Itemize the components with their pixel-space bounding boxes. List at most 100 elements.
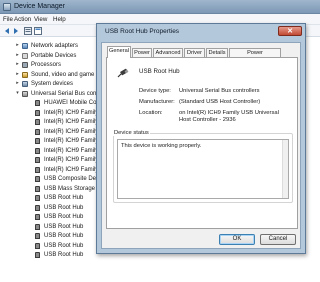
tab-power[interactable]: Power <box>132 48 152 57</box>
tab-advanced[interactable]: Advanced <box>153 48 183 57</box>
tree-device[interactable]: Intel(R) ICH9 Family <box>0 156 110 164</box>
tree-label: Intel(R) ICH9 Family <box>44 138 99 144</box>
dialog-titlebar[interactable]: USB Root Hub Properties ✕ <box>97 24 305 38</box>
collapse-arrow-icon[interactable]: ▾ <box>15 90 20 96</box>
forward-arrow-icon[interactable] <box>12 27 20 35</box>
usb-device-icon <box>35 242 40 249</box>
expand-arrow-icon[interactable]: ▸ <box>15 52 20 58</box>
usb-device-icon <box>35 195 40 201</box>
tree-device[interactable]: USB Root Hub <box>0 194 110 202</box>
tree-label: HUAWEI Mobile Co <box>44 100 97 106</box>
cancel-button[interactable]: Cancel <box>260 234 296 245</box>
ok-button[interactable]: OK <box>219 234 255 245</box>
tree-device[interactable]: USB Root Hub <box>0 213 110 221</box>
menu-help[interactable]: Help <box>53 16 66 23</box>
properties-dialog: USB Root Hub Properties ✕ General Power … <box>96 23 306 254</box>
usb-device-icon <box>35 223 40 230</box>
manufacturer-label: Manufacturer: <box>139 99 175 105</box>
tree-device[interactable]: Intel(R) ICH9 Family <box>0 128 110 136</box>
tree-device[interactable]: USB Composite Dev <box>0 175 110 183</box>
device-status-legend: Device status <box>113 130 150 136</box>
tree-label: USB Root Hub <box>44 195 84 201</box>
tree-device[interactable]: Intel(R) ICH9 Family <box>0 109 110 117</box>
device-type-value: Universal Serial Bus controllers <box>179 88 260 94</box>
tree-label: USB Root Hub <box>44 242 84 249</box>
tree-label: USB Root Hub <box>44 233 84 239</box>
tree-category[interactable]: ▸ Sound, video and game <box>0 71 110 79</box>
tree-device[interactable]: USB Mass Storage D <box>0 185 110 193</box>
menu-view[interactable]: View <box>34 16 47 23</box>
views-icon[interactable] <box>24 27 32 35</box>
tab-details[interactable]: Details <box>206 48 228 57</box>
dialog-body: General Power Advanced Driver Details Po… <box>101 42 301 249</box>
tree-label: Intel(R) ICH9 Family <box>44 147 99 154</box>
device-manager-titlebar[interactable]: Device Manager <box>0 0 320 14</box>
usb-plug-icon <box>117 67 129 79</box>
tree-device[interactable]: USB Root Hub <box>0 251 110 259</box>
expand-arrow-icon[interactable]: ▸ <box>15 81 20 86</box>
properties-icon[interactable] <box>34 27 42 35</box>
usb-device-icon <box>35 157 40 163</box>
tree-device[interactable]: Intel(R) ICH9 Family <box>0 147 110 155</box>
tab-power-management[interactable]: Power Management <box>229 48 281 64</box>
tree-category[interactable]: ▸ Network adapters <box>0 42 110 50</box>
device-status-box[interactable]: This device is working properly. <box>117 139 289 199</box>
location-value: on Intel(R) ICH9 Family USB Universal Ho… <box>179 110 279 123</box>
processor-icon <box>22 62 28 68</box>
device-status-text: This device is working properly. <box>121 143 202 149</box>
device-status-group: This device is working properly. <box>113 133 293 203</box>
tree-label: Intel(R) ICH9 Family <box>44 166 99 173</box>
tree-label: Universal Serial Bus cont <box>31 90 99 97</box>
usb-device-icon <box>35 233 40 239</box>
tree-category[interactable]: ▾ Universal Serial Bus cont <box>0 90 110 98</box>
tree-category[interactable]: ▸ Portable Devices <box>0 52 110 60</box>
network-adapter-icon <box>22 43 28 49</box>
tree-device[interactable]: USB Root Hub <box>0 232 110 240</box>
location-label: Location: <box>139 110 163 116</box>
tree-label: Network adapters <box>31 43 79 49</box>
device-name: USB Root Hub <box>139 68 180 75</box>
usb-device-icon <box>35 204 40 211</box>
usb-device-icon <box>35 147 40 154</box>
device-type-label: Device type: <box>139 88 171 94</box>
usb-device-icon <box>35 119 40 125</box>
status-scrollbar[interactable] <box>282 140 288 198</box>
tree-device[interactable]: Intel(R) ICH9 Family <box>0 166 110 174</box>
tree-label: USB Root Hub <box>44 252 84 258</box>
device-manager-icon <box>3 3 11 11</box>
close-icon[interactable]: ✕ <box>278 26 302 36</box>
usb-device-icon <box>35 252 40 258</box>
menu-action[interactable]: Action <box>14 16 31 23</box>
usb-device-icon <box>35 109 40 116</box>
tree-device[interactable]: USB Root Hub <box>0 223 110 231</box>
dialog-title: USB Root Hub Properties <box>105 28 180 35</box>
tree-device[interactable]: USB Root Hub <box>0 242 110 250</box>
manufacturer-value: (Standard USB Host Controller) <box>179 99 261 105</box>
tree-category[interactable]: ▸ Processors <box>0 61 110 69</box>
back-arrow-icon[interactable] <box>3 27 11 35</box>
tree-device[interactable]: Intel(R) ICH9 Family <box>0 118 110 126</box>
tree-label: Sound, video and game <box>31 71 95 78</box>
system-device-icon <box>22 81 28 87</box>
tab-strip: General Power Advanced Driver Details Po… <box>106 46 298 64</box>
expand-arrow-icon[interactable]: ▸ <box>15 43 20 48</box>
tree-device[interactable]: USB Root Hub <box>0 204 110 212</box>
usb-device-icon <box>35 176 40 182</box>
sound-icon <box>22 71 28 78</box>
tree-label: USB Mass Storage D <box>44 185 102 192</box>
tab-general[interactable]: General <box>107 46 131 58</box>
tab-driver[interactable]: Driver <box>184 48 205 57</box>
expand-arrow-icon[interactable]: ▸ <box>15 62 20 67</box>
tree-device[interactable]: HUAWEI Mobile Co <box>0 99 110 107</box>
tree-category[interactable]: ▸ System devices <box>0 80 110 88</box>
expand-arrow-icon[interactable]: ▸ <box>15 71 20 77</box>
window-title: Device Manager <box>14 3 65 10</box>
usb-controller-icon <box>22 90 28 97</box>
tree-label: USB Root Hub <box>44 223 84 230</box>
tree-label: System devices <box>31 81 74 87</box>
usb-device-icon <box>35 185 40 192</box>
menu-file[interactable]: File <box>3 16 13 23</box>
tree-device[interactable]: Intel(R) ICH9 Family <box>0 137 110 145</box>
tree-label: Portable Devices <box>31 52 77 59</box>
tree-label: USB Composite Dev <box>44 176 100 182</box>
